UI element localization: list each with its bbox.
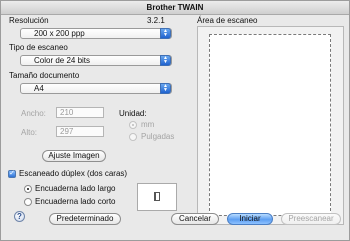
up-down-arrows-icon: ▲ ▼ <box>160 28 171 39</box>
up-down-arrows-icon: ▲ ▼ <box>160 83 171 94</box>
duplex-label: Escaneado dúplex (dos caras) <box>19 169 128 178</box>
duplex-binding-icon <box>137 183 177 211</box>
version-label: 3.2.1 <box>147 16 165 25</box>
doc-size-selected: A4 <box>34 84 44 93</box>
start-button[interactable]: Iniciar <box>227 213 273 225</box>
scan-area-page[interactable] <box>209 34 331 216</box>
unit-inches-radio[interactable] <box>129 133 137 141</box>
scan-type-label: Tipo de escaneo <box>9 43 68 52</box>
width-field[interactable]: 210 <box>56 107 104 118</box>
checkmark-icon: ✓ <box>9 170 15 177</box>
default-button[interactable]: Predeterminado <box>49 213 121 225</box>
height-field[interactable]: 297 <box>56 126 104 137</box>
long-edge-label: Encuaderna lado largo <box>35 184 116 193</box>
help-icon[interactable]: ? <box>14 211 25 222</box>
twain-dialog-window: Brother TWAIN Resolución 3.2.1 200 x 200… <box>0 0 350 241</box>
adjust-image-button[interactable]: Ajuste Imagen <box>42 150 106 162</box>
duplex-checkbox[interactable]: ✓ <box>8 170 16 178</box>
doc-size-label: Tamaño documento <box>9 71 80 80</box>
resolution-selected: 200 x 200 ppp <box>34 29 85 38</box>
cancel-button[interactable]: Cancelar <box>171 213 219 225</box>
doc-size-select[interactable]: A4 ▲ ▼ <box>20 83 172 94</box>
unit-mm-label: mm <box>141 120 155 129</box>
scan-type-select[interactable]: Color de 24 bits ▲ ▼ <box>20 55 172 66</box>
unit-mm-radio[interactable] <box>129 121 137 129</box>
height-label: Alto: <box>21 128 38 137</box>
prescan-button[interactable]: Preescanear <box>281 213 341 225</box>
scan-type-selected: Color de 24 bits <box>34 56 91 65</box>
window-title: Brother TWAIN <box>1 1 349 15</box>
short-edge-label: Encuaderna lado corto <box>35 197 116 206</box>
width-label: Ancho: <box>21 109 46 118</box>
resolution-label: Resolución <box>9 16 49 25</box>
unit-label: Unidad: <box>119 109 147 118</box>
short-edge-radio[interactable] <box>24 198 32 206</box>
up-down-arrows-icon: ▲ ▼ <box>160 55 171 66</box>
scan-area-label: Área de escaneo <box>197 16 258 25</box>
resolution-select[interactable]: 200 x 200 ppp ▲ ▼ <box>20 28 172 39</box>
long-edge-radio[interactable] <box>24 185 32 193</box>
unit-inches-label: Pulgadas <box>141 132 175 141</box>
